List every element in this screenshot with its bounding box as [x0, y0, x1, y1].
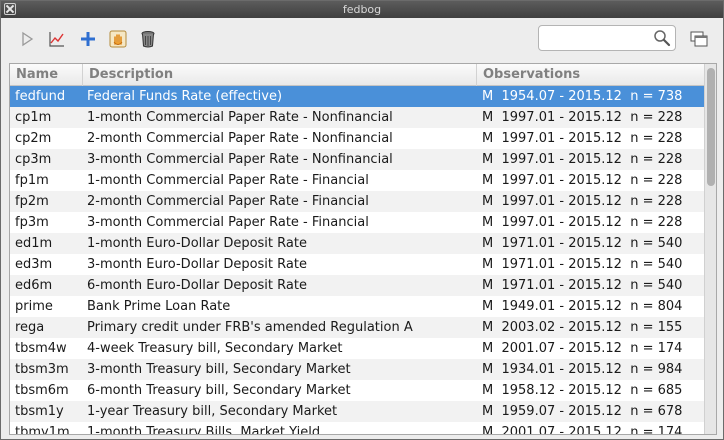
table-row[interactable]: tbsm4w 4-week Treasury bill, Secondary Ma…	[10, 338, 704, 359]
run-button[interactable]	[14, 26, 40, 52]
table-row[interactable]: rega Primary credit under FRB's amended R…	[10, 317, 704, 338]
cell-description: Bank Prime Loan Rate	[87, 299, 231, 314]
table-row[interactable]: tbsm1y 1-year Treasury bill, Secondary Ma…	[10, 401, 704, 422]
cell-name: fp3m	[15, 215, 49, 230]
table-row[interactable]: prime Bank Prime Loan Rate M 1949.01 - 201…	[10, 296, 704, 317]
cell-name: rega	[15, 320, 45, 335]
cell-name: tbsm4w	[15, 341, 67, 356]
search-icon[interactable]	[653, 29, 671, 47]
cell-name: tbsm6m	[15, 383, 69, 398]
cell-name: cp3m	[15, 152, 52, 167]
cell-observations: M 1997.01 - 2015.12 n = 228	[482, 194, 683, 209]
column-header-description[interactable]: Description	[83, 64, 477, 86]
line-chart-icon	[49, 32, 64, 47]
title-bar[interactable]: fedbog	[1, 1, 723, 18]
cell-observations: M 2003.02 - 2015.12 n = 155	[482, 320, 683, 335]
windows-icon	[690, 31, 708, 47]
cell-observations: M 1997.01 - 2015.12 n = 228	[482, 215, 683, 230]
table-row[interactable]: fp3m 3-month Commercial Paper Rate - Fina…	[10, 212, 704, 233]
cell-observations: M 1959.07 - 2015.12 n = 678	[482, 404, 683, 419]
cell-name: tbsm3m	[15, 362, 69, 377]
cell-observations: M 1997.01 - 2015.12 n = 228	[482, 173, 683, 188]
table-row[interactable]: ed6m 6-month Euro-Dollar Deposit Rate M 19…	[10, 275, 704, 296]
play-icon	[22, 31, 34, 47]
cell-description: 3-month Commercial Paper Rate - Financia…	[87, 215, 369, 230]
column-header-observations[interactable]: Observations	[477, 64, 704, 86]
cell-description: 1-month Euro-Dollar Deposit Rate	[87, 236, 307, 251]
cell-observations: M 1934.01 - 2015.12 n = 984	[482, 362, 683, 377]
cell-description: Primary credit under FRB's amended Regul…	[87, 320, 413, 335]
series-list[interactable]: Name Description Observations fedfund Fed…	[9, 63, 717, 435]
cell-description: Federal Funds Rate (effective)	[87, 89, 283, 104]
cell-observations: M 2001.07 - 2015.12 n = 174	[482, 425, 683, 435]
cell-description: 6-month Euro-Dollar Deposit Rate	[87, 278, 307, 293]
table-row[interactable]: fp2m 2-month Commercial Paper Rate - Fina…	[10, 191, 704, 212]
scrollbar-thumb[interactable]	[707, 68, 715, 186]
cell-name: ed1m	[15, 236, 53, 251]
toolbar	[1, 18, 723, 62]
cell-description: 1-month Commercial Paper Rate - Financia…	[87, 173, 369, 188]
search-field[interactable]	[538, 25, 676, 51]
cell-observations: M 1971.01 - 2015.12 n = 540	[482, 257, 683, 272]
cell-observations: M 2001.07 - 2015.12 n = 174	[482, 341, 683, 356]
trash-icon	[141, 31, 155, 48]
cell-name: tbmy1m	[15, 425, 70, 435]
plus-icon	[81, 32, 95, 46]
cell-name: ed3m	[15, 257, 53, 272]
cell-description: 4-week Treasury bill, Secondary Market	[87, 341, 343, 356]
cell-name: cp1m	[15, 110, 52, 125]
cell-observations: M 1997.01 - 2015.12 n = 228	[482, 110, 683, 125]
search-input[interactable]	[544, 30, 652, 46]
cell-name: fp1m	[15, 173, 49, 188]
cell-description: 6-month Treasury bill, Secondary Market	[87, 383, 351, 398]
hand-icon	[109, 30, 127, 48]
table-row[interactable]: ed1m 1-month Euro-Dollar Deposit Rate M 19…	[10, 233, 704, 254]
table-row[interactable]: ed3m 3-month Euro-Dollar Deposit Rate M 19…	[10, 254, 704, 275]
vertical-scrollbar[interactable]	[704, 64, 716, 434]
delete-button[interactable]	[135, 26, 161, 52]
handle-button[interactable]	[105, 26, 131, 52]
cell-description: 2-month Commercial Paper Rate - Nonfinan…	[87, 131, 393, 146]
cell-name: prime	[15, 299, 53, 314]
table-row[interactable]: cp3m 3-month Commercial Paper Rate - Nonf…	[10, 149, 704, 170]
cell-name: fedfund	[15, 89, 66, 104]
cell-description: 1-month Treasury Bills, Market Yield	[87, 425, 321, 435]
cell-description: 2-month Commercial Paper Rate - Financia…	[87, 194, 369, 209]
table-row[interactable]: fedfund Federal Funds Rate (effective) M 1…	[10, 86, 704, 107]
window-title: fedbog	[342, 3, 382, 16]
list-body: fedfund Federal Funds Rate (effective) M 1…	[10, 86, 704, 435]
cell-description: 1-month Commercial Paper Rate - Nonfinan…	[87, 110, 393, 125]
table-row[interactable]: tbsm6m 6-month Treasury bill, Secondary M…	[10, 380, 704, 401]
table-row[interactable]: tbmy1m 1-month Treasury Bills, Market Yie…	[10, 422, 704, 435]
table-row[interactable]: cp1m 1-month Commercial Paper Rate - Nonf…	[10, 107, 704, 128]
cell-name: cp2m	[15, 131, 52, 146]
cell-description: 1-year Treasury bill, Secondary Market	[87, 404, 338, 419]
column-header-name[interactable]: Name	[10, 64, 83, 86]
window-list-button[interactable]	[687, 27, 711, 51]
cell-observations: M 1949.01 - 2015.12 n = 804	[482, 299, 683, 314]
cell-observations: M 1954.07 - 2015.12 n = 738	[482, 89, 683, 104]
cell-observations: M 1971.01 - 2015.12 n = 540	[482, 236, 683, 251]
cell-name: tbsm1y	[15, 404, 64, 419]
cell-name: fp2m	[15, 194, 49, 209]
cell-observations: M 1971.01 - 2015.12 n = 540	[482, 278, 683, 293]
cell-description: 3-month Treasury bill, Secondary Market	[87, 362, 351, 377]
app-window: fedbog Name Description Observations fed…	[0, 0, 724, 440]
cell-observations: M 1997.01 - 2015.12 n = 228	[482, 131, 683, 146]
table-row[interactable]: cp2m 2-month Commercial Paper Rate - Nonf…	[10, 128, 704, 149]
table-row[interactable]: fp1m 1-month Commercial Paper Rate - Fina…	[10, 170, 704, 191]
graph-button[interactable]	[44, 26, 70, 52]
cell-observations: M 1958.12 - 2015.12 n = 685	[482, 383, 683, 398]
close-icon[interactable]	[4, 3, 16, 15]
cell-name: ed6m	[15, 278, 53, 293]
cell-description: 3-month Euro-Dollar Deposit Rate	[87, 257, 307, 272]
add-button[interactable]	[75, 26, 101, 52]
cell-description: 3-month Commercial Paper Rate - Nonfinan…	[87, 152, 393, 167]
cell-observations: M 1997.01 - 2015.12 n = 228	[482, 152, 683, 167]
list-header: Name Description Observations	[10, 64, 704, 86]
table-row[interactable]: tbsm3m 3-month Treasury bill, Secondary M…	[10, 359, 704, 380]
